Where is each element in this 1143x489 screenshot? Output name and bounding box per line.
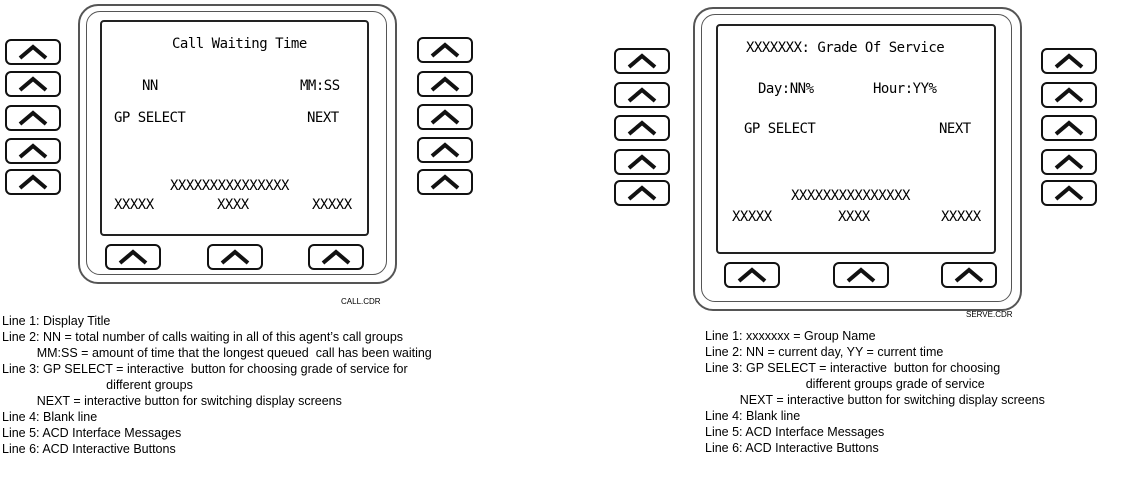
right-description-line: Line 2: NN = current day, YY = current t… [705,345,944,359]
up-chevron-icon [321,249,351,265]
longest-wait-time: MM:SS [300,78,340,94]
right-softkey-right-5[interactable] [1041,180,1097,206]
up-chevron-icon [220,249,250,265]
left-softkey-right-2[interactable] [417,71,473,97]
right-softkey-left-5[interactable] [614,180,670,206]
up-chevron-icon [18,76,48,92]
grade-of-service-hour: Hour:YY% [873,81,937,97]
left-description-line: Line 5: ACD Interface Messages [2,426,182,440]
display-title: Call Waiting Time [172,36,307,52]
left-description-line: Line 4: Blank line [2,410,98,424]
left-description-line: Line 1: Display Title [2,314,111,328]
right-file-label: SERVE.CDR [966,310,1013,319]
right-softkey-left-1[interactable] [614,48,670,74]
acd-button-label-left: XXXXX [732,209,772,225]
left-description-line: Line 6: ACD Interactive Buttons [2,442,176,456]
up-chevron-icon [627,120,657,136]
up-chevron-icon [1054,185,1084,201]
up-chevron-icon [430,76,460,92]
left-description-line: different groups [2,378,193,392]
up-chevron-icon [737,267,767,283]
left-softkey-left-5[interactable] [5,169,61,195]
next-label: NEXT [939,121,971,137]
up-chevron-icon [18,174,48,190]
left-softkey-right-1[interactable] [417,37,473,63]
up-chevron-icon [1054,53,1084,69]
right-softkey-left-3[interactable] [614,115,670,141]
right-softkey-left-4[interactable] [614,149,670,175]
up-chevron-icon [430,142,460,158]
up-chevron-icon [627,154,657,170]
up-chevron-icon [118,249,148,265]
grade-of-service-day: Day:NN% [758,81,814,97]
up-chevron-icon [18,44,48,60]
left-description-line: Line 3: GP SELECT = interactive button f… [2,362,408,376]
left-softkey-right-4[interactable] [417,137,473,163]
up-chevron-icon [846,267,876,283]
up-chevron-icon [1054,87,1084,103]
right-softkey-bottom-2[interactable] [833,262,889,288]
right-softkey-right-3[interactable] [1041,115,1097,141]
right-description-line: Line 1: xxxxxxx = Group Name [705,329,876,343]
right-softkey-right-4[interactable] [1041,149,1097,175]
acd-button-label-center: XXXX [217,197,249,213]
left-lcd-screen: Call Waiting Time NN MM:SS GP SELECT NEX… [100,20,369,236]
up-chevron-icon [627,53,657,69]
left-softkey-right-5[interactable] [417,169,473,195]
left-softkey-bottom-3[interactable] [308,244,364,270]
gp-select-label: GP SELECT [744,121,816,137]
next-label: NEXT [307,110,339,126]
right-softkey-right-1[interactable] [1041,48,1097,74]
up-chevron-icon [627,87,657,103]
up-chevron-icon [1054,120,1084,136]
acd-button-label-right: XXXXX [312,197,352,213]
right-softkey-left-2[interactable] [614,82,670,108]
left-softkey-left-4[interactable] [5,138,61,164]
right-description-line: Line 5: ACD Interface Messages [705,425,885,439]
up-chevron-icon [954,267,984,283]
acd-button-label-right: XXXXX [941,209,981,225]
left-softkey-bottom-2[interactable] [207,244,263,270]
up-chevron-icon [430,109,460,125]
up-chevron-icon [18,143,48,159]
right-description-line: different groups grade of service [705,377,985,391]
left-softkey-bottom-1[interactable] [105,244,161,270]
right-description-line: Line 6: ACD Interactive Buttons [705,441,879,455]
calls-waiting-count: NN [142,78,158,94]
left-description-line: Line 2: NN = total number of calls waiti… [2,330,404,344]
left-softkey-left-3[interactable] [5,105,61,131]
up-chevron-icon [1054,154,1084,170]
acd-button-label-center: XXXX [838,209,870,225]
acd-interface-message: XXXXXXXXXXXXXXX [791,188,910,204]
right-softkey-right-2[interactable] [1041,82,1097,108]
left-softkey-left-2[interactable] [5,71,61,97]
right-description-line: Line 4: Blank line [705,409,801,423]
right-description-line: NEXT = interactive button for switching … [705,393,1045,407]
acd-button-label-left: XXXXX [114,197,154,213]
left-description-line: NEXT = interactive button for switching … [2,394,342,408]
left-file-label: CALL.CDR [341,297,381,306]
left-description-line: MM:SS = amount of time that the longest … [2,346,432,360]
right-softkey-bottom-1[interactable] [724,262,780,288]
right-softkey-bottom-3[interactable] [941,262,997,288]
right-lcd-screen: XXXXXXX: Grade Of Service Day:NN% Hour:Y… [716,24,996,254]
left-softkey-right-3[interactable] [417,104,473,130]
left-softkey-left-1[interactable] [5,39,61,65]
right-description-line: Line 3: GP SELECT = interactive button f… [705,361,1001,375]
up-chevron-icon [627,185,657,201]
up-chevron-icon [430,174,460,190]
up-chevron-icon [18,110,48,126]
gp-select-label: GP SELECT [114,110,186,126]
display-title: XXXXXXX: Grade Of Service [746,40,945,56]
up-chevron-icon [430,42,460,58]
acd-interface-message: XXXXXXXXXXXXXXX [170,178,289,194]
